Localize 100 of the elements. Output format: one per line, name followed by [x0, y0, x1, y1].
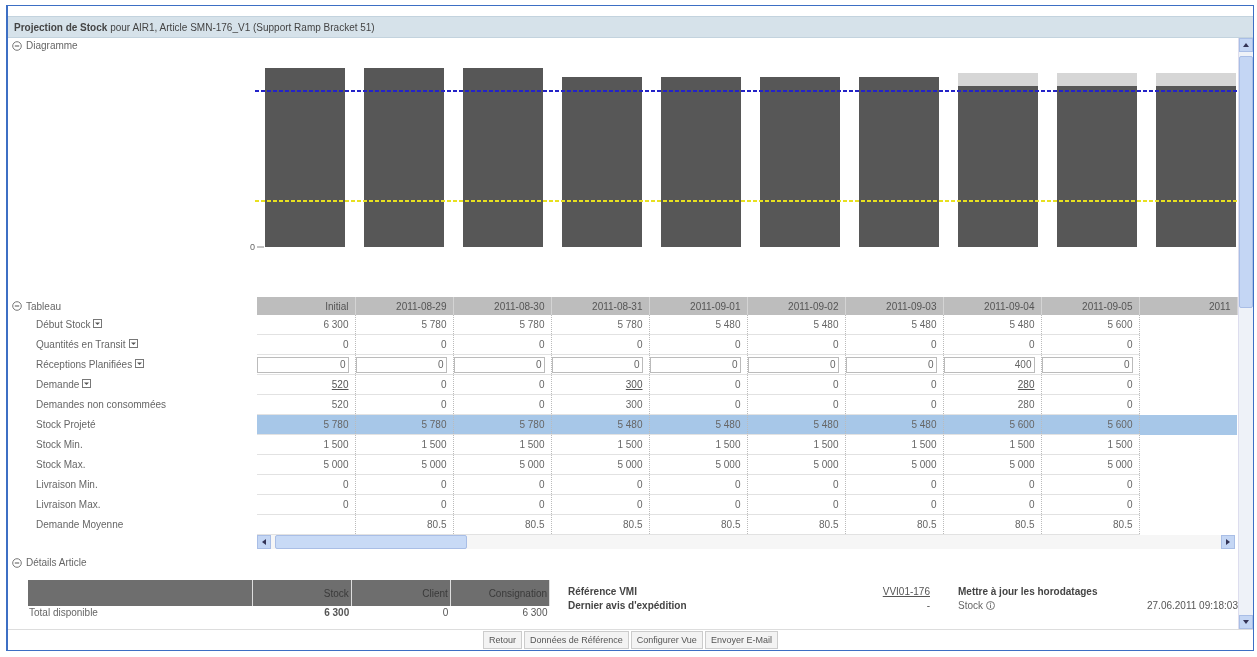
table-cell-value: 0: [1126, 399, 1133, 410]
collapse-icon[interactable]: [12, 301, 22, 311]
table-cell-value: 5 480: [1009, 319, 1035, 330]
table-cell-value: 0: [734, 339, 741, 350]
info-icon[interactable]: [986, 601, 995, 610]
horizontal-scrollbar[interactable]: [257, 535, 1235, 549]
table-cell-value: 5 480: [911, 419, 937, 430]
table-cell-value: 0: [1028, 339, 1035, 350]
row-label: Quantités en Transit: [36, 339, 126, 350]
table-cell-value: 0: [538, 379, 545, 390]
scroll-left-icon[interactable]: [257, 535, 271, 549]
table-cell-value: 5 600: [1107, 419, 1133, 430]
demand-link[interactable]: 280: [1017, 379, 1035, 390]
row-label: Stock Max.: [36, 459, 86, 470]
table-cell-value: 80.5: [427, 519, 447, 530]
dropdown-icon[interactable]: [135, 359, 145, 368]
column-header: 2011-08-30: [453, 297, 551, 315]
table-cell-value: 6 300: [323, 319, 349, 330]
quantity-input[interactable]: 0: [355, 356, 447, 373]
table-cell-value: 80.5: [525, 519, 545, 530]
table-cell-value: 80.5: [623, 519, 643, 530]
action-button[interactable]: Données de Référence: [524, 631, 629, 649]
section-title: Diagramme: [26, 40, 78, 51]
row-label: Stock Min.: [36, 439, 83, 450]
table-cell-value: 80.5: [917, 519, 937, 530]
table-cell-value: 5 000: [617, 459, 643, 470]
table-cell-value: 0: [538, 499, 545, 510]
column-header: Initial: [257, 297, 355, 315]
table-cell-value: 0: [1126, 339, 1133, 350]
table-cell-value: 6 300: [450, 606, 550, 619]
action-button[interactable]: Envoyer E-Mail: [704, 631, 778, 649]
row-label: Livraison Min.: [36, 479, 98, 490]
table-cell-value: 0: [832, 499, 839, 510]
column-header: 2011-09-05: [1041, 297, 1139, 315]
table-cell-value: 0: [1126, 379, 1133, 390]
table-cell-value: 5 780: [519, 319, 545, 330]
quantity-input[interactable]: 400: [943, 356, 1035, 373]
scroll-up-icon[interactable]: [1239, 38, 1253, 52]
axis-tick: [256, 246, 265, 248]
table-cell-value: 5 480: [813, 419, 839, 430]
dropdown-icon[interactable]: [93, 319, 103, 329]
table-cell-value: 0: [538, 399, 545, 410]
table-cell-value: 5 000: [911, 459, 937, 470]
table-cell-value: 300: [625, 399, 643, 410]
table-cell-value: 5 780: [617, 319, 643, 330]
section-title: Tableau: [26, 300, 62, 312]
table-cell-value: 0: [636, 499, 643, 510]
action-button[interactable]: Configurer Vue: [630, 631, 703, 649]
table-cell-value: 0: [930, 499, 937, 510]
table-cell-value: 6 300: [252, 606, 352, 619]
quantity-input[interactable]: 0: [747, 356, 839, 373]
table-cell-value: 80.5: [721, 519, 741, 530]
table-cell-value: 1 500: [911, 439, 937, 450]
reference-link[interactable]: VVI01-176: [882, 586, 930, 597]
scroll-right-icon[interactable]: [1221, 535, 1235, 549]
dropdown-icon[interactable]: [82, 379, 92, 388]
table-cell-value: 0: [1126, 499, 1133, 510]
row-label: Demandes non consommées: [36, 399, 167, 410]
vertical-scrollbar[interactable]: [1238, 38, 1253, 629]
table-cell-value: 0: [832, 339, 839, 350]
table-cell-value: 0: [440, 499, 447, 510]
dropdown-icon[interactable]: [128, 339, 138, 348]
table-cell-value: 0: [440, 479, 447, 490]
table-cell-value: 5 480: [715, 319, 741, 330]
table-cell-value: 0: [538, 339, 545, 350]
table-cell-value: 5 600: [1009, 419, 1035, 430]
timestamps-title: Mettre à jour les horodatages: [958, 586, 1099, 597]
table-cell-value: 1 500: [1107, 439, 1133, 450]
table-cell-value: 0: [734, 379, 741, 390]
table-cell-value: 0: [636, 339, 643, 350]
demand-link[interactable]: 520: [331, 379, 349, 390]
quantity-input[interactable]: 0: [845, 356, 937, 373]
action-button[interactable]: Retour: [483, 631, 523, 649]
collapse-icon[interactable]: [12, 40, 22, 51]
row-label: Début Stock: [36, 319, 91, 331]
column-header: 2011-09-03: [845, 297, 943, 315]
table-cell-value: 0: [342, 479, 349, 490]
quantity-input[interactable]: 0: [649, 356, 741, 373]
table-cell-value: 0: [832, 379, 839, 390]
quantity-input[interactable]: 0: [453, 356, 545, 373]
quantity-input[interactable]: 0: [551, 356, 643, 373]
row-label: Stock Projeté: [36, 419, 96, 430]
table-cell-value: 1 500: [617, 439, 643, 450]
quantity-input[interactable]: 0: [1041, 356, 1133, 373]
collapse-icon[interactable]: [12, 557, 22, 568]
field-value: -: [925, 600, 930, 611]
demand-link[interactable]: 300: [625, 379, 643, 390]
column-header: 2011-08-31: [551, 297, 649, 315]
table-cell-value: 5 000: [421, 459, 447, 470]
table-cell-value: 1 500: [323, 439, 349, 450]
table-cell-value: 5 780: [421, 319, 447, 330]
table-cell-value: 5 480: [911, 319, 937, 330]
column-header: 2011-08-29: [355, 297, 453, 315]
table-cell-value: 0: [832, 479, 839, 490]
section-title: Détails Article: [26, 557, 87, 568]
row-label: Demande: [36, 379, 80, 390]
field-label: Dernier avis d'expédition: [568, 600, 688, 611]
table-cell-value: 0: [930, 379, 937, 390]
quantity-input[interactable]: 0: [257, 356, 349, 373]
scroll-down-icon[interactable]: [1239, 615, 1253, 629]
